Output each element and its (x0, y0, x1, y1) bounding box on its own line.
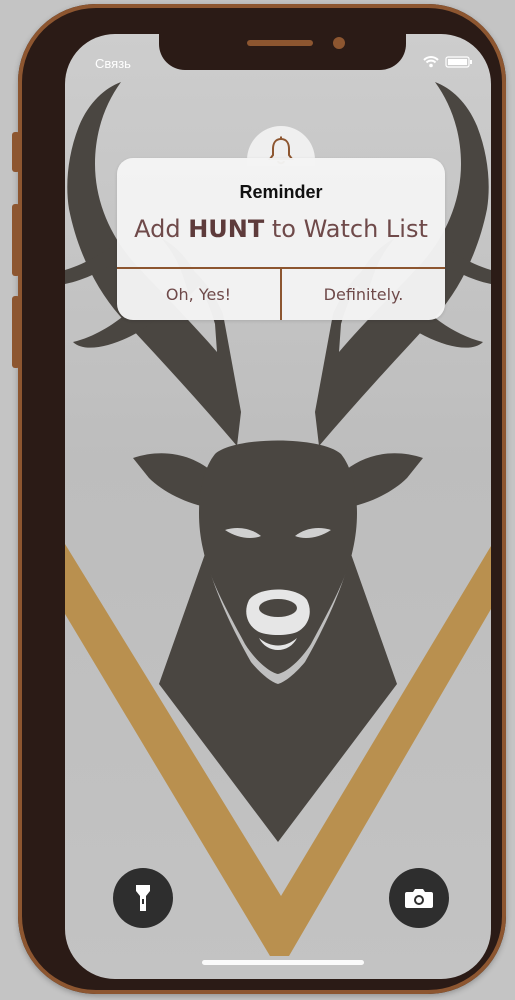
front-camera (333, 37, 345, 49)
flashlight-icon (136, 885, 150, 911)
camera-icon (405, 889, 433, 908)
notification-message: Add HUNT to Watch List (117, 215, 445, 243)
message-prefix: Add (134, 215, 189, 243)
message-suffix: to Watch List (264, 215, 428, 243)
home-indicator[interactable] (202, 960, 364, 965)
battery-icon (445, 56, 472, 68)
notification-title: Reminder (239, 182, 323, 202)
status-icons (423, 56, 473, 68)
volume-up-button (12, 204, 20, 276)
silent-switch (12, 132, 20, 172)
message-highlight: HUNT (188, 215, 265, 243)
volume-down-button (12, 296, 20, 368)
carrier-label: Связь (95, 56, 131, 71)
camera-button[interactable] (389, 868, 449, 928)
definitely-button[interactable]: Definitely. (282, 269, 445, 320)
flashlight-button[interactable] (113, 868, 173, 928)
phone-frame: Связь Reminder Add HUNT to Watch List Oh… (12, 4, 506, 994)
reminder-notification: Reminder Add HUNT to Watch List Oh, Yes!… (117, 158, 445, 320)
oh-yes-button[interactable]: Oh, Yes! (117, 269, 280, 320)
lock-screen: Связь Reminder Add HUNT to Watch List Oh… (65, 34, 491, 979)
notch (159, 34, 406, 70)
earpiece-speaker (247, 40, 313, 46)
wifi-icon (423, 56, 439, 68)
